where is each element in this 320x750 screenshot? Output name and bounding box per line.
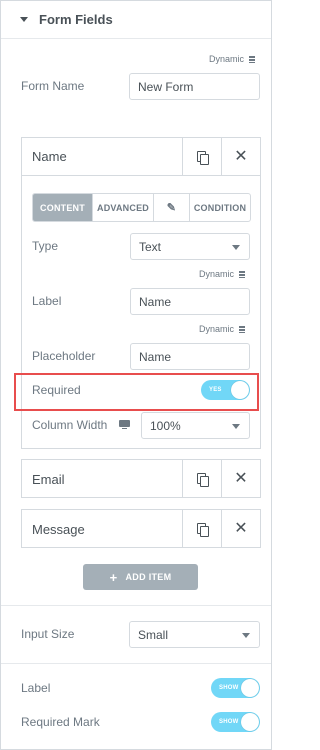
toggle-text: SHOW <box>219 685 239 691</box>
input-size-label: Input Size <box>21 627 75 641</box>
duplicate-button[interactable] <box>182 137 221 176</box>
label-toggle[interactable]: SHOW <box>211 678 260 698</box>
plus-icon: + <box>109 569 118 585</box>
close-icon: ✕ <box>234 520 248 537</box>
chevron-down-icon <box>232 245 240 250</box>
repeater-title: Message <box>32 521 85 537</box>
dynamic-tag[interactable]: Dynamic <box>199 324 246 334</box>
toggle-knob <box>241 679 259 697</box>
label-input[interactable] <box>130 288 250 315</box>
form-name-label: Form Name <box>21 79 85 93</box>
duplicate-button[interactable] <box>182 510 221 548</box>
label-toggle-label: Label <box>21 681 51 695</box>
toggle-text: SHOW <box>219 719 239 725</box>
input-size-value: Small <box>138 627 169 642</box>
column-width-select[interactable]: 100% <box>141 412 250 439</box>
placeholder-label: Placeholder <box>32 349 96 363</box>
section-header[interactable]: Form Fields <box>1 1 271 39</box>
tabs: CONTENT ADVANCED ✎ CONDITION <box>32 193 251 222</box>
required-mark-toggle[interactable]: SHOW <box>211 712 260 732</box>
database-icon <box>239 270 246 278</box>
database-icon <box>239 325 246 333</box>
toggle-knob <box>241 713 259 731</box>
required-mark-label: Required Mark <box>21 715 100 729</box>
divider <box>1 663 271 664</box>
dynamic-tag[interactable]: Dynamic <box>209 54 256 64</box>
remove-button[interactable]: ✕ <box>221 510 260 548</box>
repeater-title: Name <box>32 149 67 164</box>
close-icon: ✕ <box>234 147 248 165</box>
repeater-header[interactable]: Name ✕ <box>22 137 260 176</box>
dynamic-label: Dynamic <box>199 324 235 334</box>
tab-content[interactable]: CONTENT <box>33 194 93 221</box>
section-title: Form Fields <box>39 12 113 27</box>
repeater-item-message: Message ✕ <box>21 509 261 548</box>
dynamic-label: Dynamic <box>209 54 245 64</box>
repeater-item-email: Email ✕ <box>21 459 261 498</box>
placeholder-input[interactable] <box>130 343 250 370</box>
close-icon: ✕ <box>234 470 248 487</box>
magic-wand-icon: ✎ <box>166 202 177 214</box>
type-label: Type <box>32 239 59 253</box>
copy-icon <box>196 473 209 487</box>
chevron-down-icon <box>232 424 240 429</box>
desktop-icon[interactable] <box>119 420 130 429</box>
tab-condition[interactable]: CONDITION <box>190 194 250 221</box>
dynamic-tag[interactable]: Dynamic <box>199 269 246 279</box>
copy-icon <box>196 523 209 537</box>
database-icon <box>249 55 256 63</box>
caret-down-icon <box>20 17 28 22</box>
tab-advanced[interactable]: ADVANCED <box>93 194 154 221</box>
add-item-button[interactable]: + ADD ITEM <box>83 564 198 590</box>
label-field-label: Label <box>32 294 62 308</box>
repeater-header[interactable]: Message ✕ <box>22 510 260 548</box>
chevron-down-icon <box>242 633 250 638</box>
type-value: Text <box>139 239 162 254</box>
column-width-value: 100% <box>150 418 181 433</box>
copy-icon <box>196 150 209 165</box>
duplicate-button[interactable] <box>182 460 221 498</box>
repeater-header[interactable]: Email ✕ <box>22 460 260 498</box>
type-select[interactable]: Text <box>130 233 250 260</box>
form-name-input[interactable] <box>129 73 260 100</box>
remove-button[interactable]: ✕ <box>221 460 260 498</box>
column-width-label: Column Width <box>32 418 108 432</box>
add-item-label: ADD ITEM <box>125 572 172 582</box>
required-highlight <box>14 373 259 411</box>
input-size-select[interactable]: Small <box>129 621 260 648</box>
remove-button[interactable]: ✕ <box>221 137 260 176</box>
repeater-title: Email <box>32 471 65 487</box>
tab-style[interactable]: ✎ <box>154 194 190 221</box>
form-fields-panel: Form Fields Dynamic Form Name Name ✕ CON… <box>0 0 272 750</box>
dynamic-label: Dynamic <box>199 269 235 279</box>
divider <box>1 605 271 606</box>
